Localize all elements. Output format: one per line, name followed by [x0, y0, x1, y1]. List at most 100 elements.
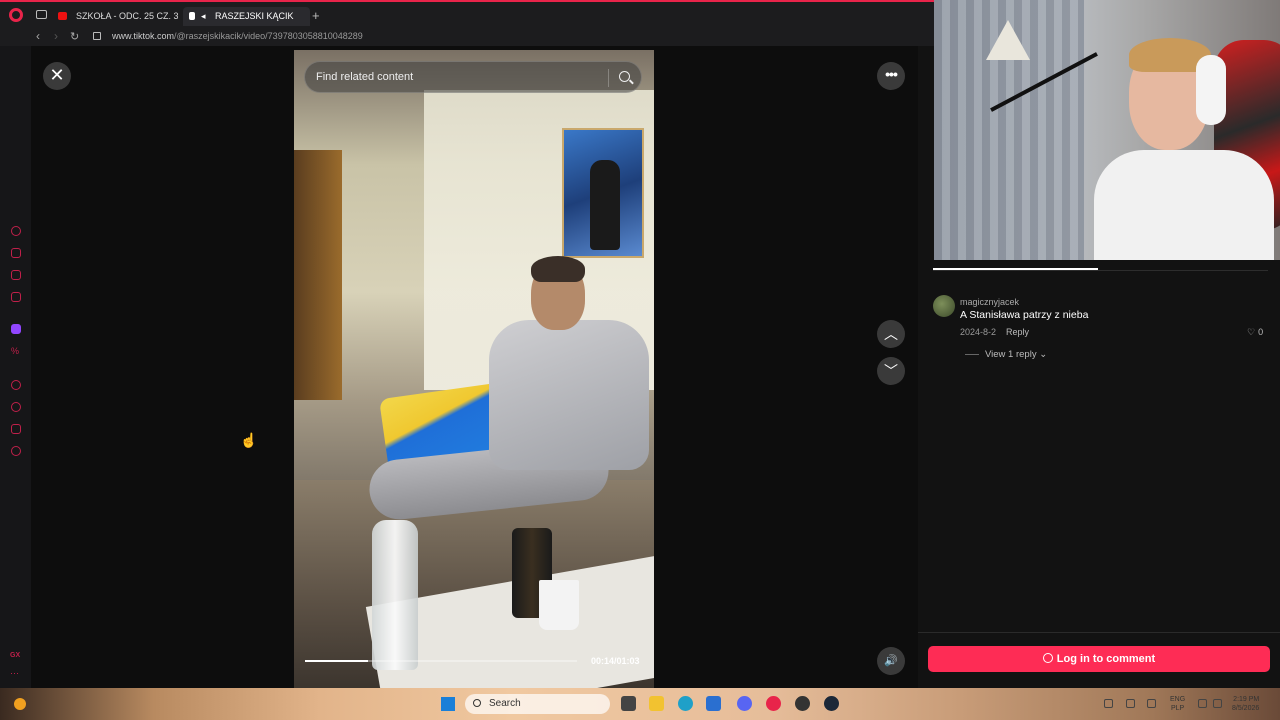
network-icon[interactable]	[1126, 699, 1135, 708]
poster-figure	[590, 160, 620, 250]
view-replies-label: View 1 reply	[985, 349, 1037, 360]
clock-time: 2:19 PM	[1233, 696, 1260, 703]
more-options-button[interactable]: •••	[877, 62, 905, 90]
video-person	[366, 256, 649, 560]
volume-button[interactable]: 🔊	[877, 647, 905, 675]
gx-label: GX	[10, 652, 21, 659]
language-indicator[interactable]: ENG PLP	[1170, 695, 1185, 713]
url-host: www.tiktok.com	[112, 31, 175, 41]
app-icon[interactable]	[795, 696, 810, 711]
lock-icon	[93, 32, 101, 40]
discord-icon[interactable]	[737, 696, 752, 711]
windows-taskbar: Search ENG PLP 2:19 PM 8/5/2026	[0, 688, 1280, 720]
next-video-button[interactable]: ﹀	[877, 357, 905, 385]
webcam-overlay	[934, 0, 1280, 260]
comment-date: 2024-8-2	[960, 327, 997, 337]
webcam-headset	[1196, 55, 1226, 125]
sidebar-aria-icon[interactable]	[11, 226, 21, 236]
person-body	[489, 320, 649, 470]
comments-panel	[918, 260, 1280, 688]
opera-sidebar: % GX ⋯	[0, 46, 31, 688]
related-search-input[interactable]: Find related content	[304, 61, 642, 93]
tab-divider	[933, 270, 1268, 271]
progress-bar[interactable]	[305, 660, 577, 662]
search-placeholder: Find related content	[316, 71, 414, 83]
tab-tiktok-active[interactable]: ◂ RASZEJSKI KĄCIK	[183, 7, 310, 26]
taskbar-search[interactable]: Search	[465, 694, 610, 714]
edge-icon[interactable]	[678, 696, 693, 711]
sidebar-percent-icon[interactable]: %	[11, 346, 21, 356]
tab-overview-icon[interactable]	[36, 10, 47, 19]
browser-tab-bar: SZKOŁA - ODC. 25 CZ. 3 - ◂ RASZEJSKI KĄC…	[0, 0, 934, 28]
close-button[interactable]: ✕	[43, 62, 71, 90]
comment-text: A Stanisława patrzy z nieba	[960, 309, 1089, 321]
previous-video-button[interactable]: ︿	[877, 320, 905, 348]
like-button[interactable]: ♡ 0	[1247, 327, 1263, 338]
task-view-icon[interactable]	[621, 696, 636, 711]
tiktok-icon	[189, 12, 195, 20]
tray-chevron-icon[interactable]	[1104, 699, 1113, 708]
comment-icon	[1042, 653, 1053, 663]
video-bottle	[372, 520, 418, 670]
speaker-icon[interactable]: ◂	[201, 7, 206, 26]
lang-bottom: PLP	[1170, 705, 1185, 712]
taskbar-search-label: Search	[489, 698, 521, 709]
wifi-icon[interactable]	[1198, 699, 1207, 708]
heart-icon: ♡	[1247, 327, 1256, 337]
steam-icon[interactable]	[824, 696, 839, 711]
chevron-down-icon: ﹀	[884, 363, 898, 379]
view-replies-button[interactable]: View 1 reply ⌄	[985, 349, 1047, 360]
sidebar-player-icon[interactable]	[11, 380, 21, 390]
tab-label: SZKOŁA - ODC. 25 CZ. 3 -	[76, 11, 178, 21]
store-icon[interactable]	[706, 696, 721, 711]
sidebar-store-icon[interactable]	[11, 248, 21, 258]
video-cup	[539, 580, 579, 630]
start-button[interactable]	[441, 697, 455, 711]
webcam-shirt	[1094, 150, 1274, 260]
login-label: Log in to comment	[1056, 653, 1156, 665]
reply-button[interactable]: Reply	[1006, 327, 1029, 337]
opera-logo-icon[interactable]	[9, 8, 23, 22]
speaker-icon[interactable]	[1213, 699, 1222, 708]
sidebar-more-icon[interactable]: ⋯	[10, 668, 19, 679]
sidebar-pinboard-icon[interactable]	[11, 424, 21, 434]
bluetooth-icon[interactable]	[1147, 699, 1156, 708]
file-explorer-icon[interactable]	[649, 696, 664, 711]
video-player[interactable]	[294, 50, 654, 688]
login-to-comment-button[interactable]: Log in to comment	[928, 646, 1270, 672]
playback-time: 00:14/01:03	[591, 656, 640, 666]
like-count: 0	[1258, 327, 1264, 337]
volume-icon: 🔊	[884, 655, 898, 667]
tab-label: RASZEJSKI KĄCIK	[215, 11, 294, 21]
forward-icon[interactable]: ›	[54, 29, 58, 43]
sidebar-twitch-icon[interactable]	[11, 324, 21, 334]
new-tab-button[interactable]: +	[312, 8, 320, 23]
weather-icon[interactable]	[14, 698, 26, 710]
search-icon	[473, 699, 481, 707]
comment-bar-divider	[918, 632, 1280, 633]
opera-gx-icon[interactable]	[766, 696, 781, 711]
chevron-up-icon: ︿	[884, 326, 898, 342]
search-icon[interactable]	[619, 71, 630, 82]
avatar[interactable]	[933, 295, 955, 317]
progress-fill	[305, 660, 368, 662]
url-field[interactable]: www.tiktok.com/@raszejskikacik/video/739…	[112, 31, 363, 41]
sidebar-chat-icon[interactable]	[11, 270, 21, 280]
youtube-icon	[58, 12, 67, 20]
reply-line	[965, 354, 979, 355]
search-divider	[608, 69, 609, 87]
mouse-cursor-icon: ☝	[240, 432, 258, 448]
sidebar-settings-icon[interactable]	[11, 446, 21, 456]
sidebar-history-icon[interactable]	[11, 402, 21, 412]
url-path: /@raszejskikacik/video/73978030588100482…	[174, 31, 363, 41]
back-icon[interactable]: ‹	[36, 29, 40, 43]
address-bar: ‹ › ↻ www.tiktok.com/@raszejskikacik/vid…	[0, 28, 934, 46]
video-poster	[562, 128, 644, 258]
person-hair	[531, 256, 585, 282]
comment-username[interactable]: magicznyjacek	[960, 297, 1019, 307]
clock[interactable]: 2:19 PM 8/5/2026	[1232, 695, 1259, 713]
sidebar-messenger-icon[interactable]	[11, 292, 21, 302]
chevron-down-icon: ⌄	[1039, 349, 1048, 360]
tab-szkola[interactable]: SZKOŁA - ODC. 25 CZ. 3 -	[54, 7, 178, 26]
reload-icon[interactable]: ↻	[70, 30, 79, 43]
